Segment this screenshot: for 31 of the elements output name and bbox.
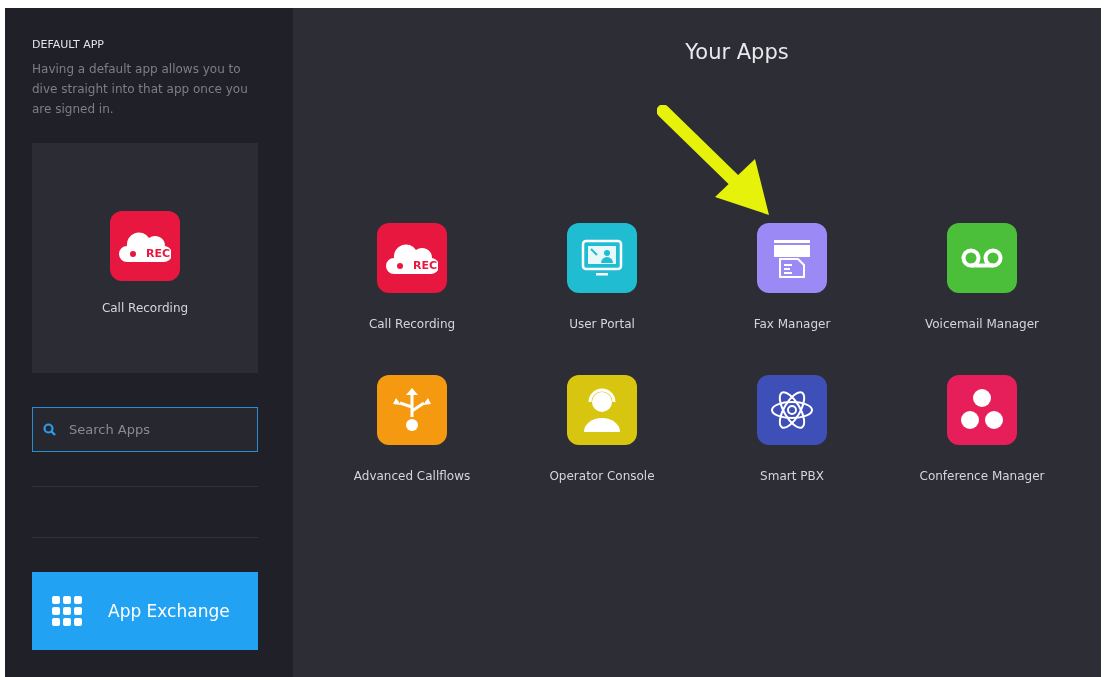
app-icon[interactable] bbox=[567, 375, 637, 445]
app-exchange-button[interactable]: App Exchange bbox=[32, 572, 258, 650]
app-icon[interactable] bbox=[757, 223, 827, 293]
default-app-card[interactable]: REC Call Recording bbox=[32, 143, 258, 373]
sidebar-description: Having a default app allows you to dive straight into that app once you are signed in. bbox=[32, 61, 249, 118]
monitor-icon bbox=[580, 238, 624, 278]
sidebar-heading: DEFAULT APP bbox=[32, 38, 105, 51]
app-icon[interactable] bbox=[757, 375, 827, 445]
search-field[interactable]: Search Apps bbox=[32, 407, 258, 452]
rec-label: REC bbox=[413, 259, 438, 272]
voicemail-icon bbox=[960, 246, 1004, 270]
app-icon[interactable] bbox=[947, 223, 1017, 293]
app-icon[interactable] bbox=[567, 223, 637, 293]
app-name: Smart PBX bbox=[760, 469, 824, 483]
app-name: User Portal bbox=[569, 317, 635, 331]
grid-icon bbox=[52, 596, 82, 626]
app-icon[interactable] bbox=[377, 375, 447, 445]
app-icon[interactable]: REC bbox=[377, 223, 447, 293]
app-name: Voicemail Manager bbox=[924, 317, 1040, 331]
app-icon[interactable] bbox=[947, 375, 1017, 445]
search-icon bbox=[43, 423, 56, 436]
app-name: Operator Console bbox=[549, 469, 655, 483]
app-icon[interactable]: REC bbox=[110, 211, 180, 281]
app-name: Fax Manager bbox=[753, 317, 831, 331]
page-title: Your Apps bbox=[685, 40, 789, 64]
app-name: Call Recording bbox=[101, 301, 189, 315]
app-name: Call Recording bbox=[368, 317, 456, 331]
app-name: Conference Manager bbox=[919, 469, 1045, 483]
app-name: Advanced Callflows bbox=[353, 469, 471, 483]
branching-arrows-icon bbox=[392, 387, 432, 433]
rec-label: REC bbox=[146, 247, 171, 260]
